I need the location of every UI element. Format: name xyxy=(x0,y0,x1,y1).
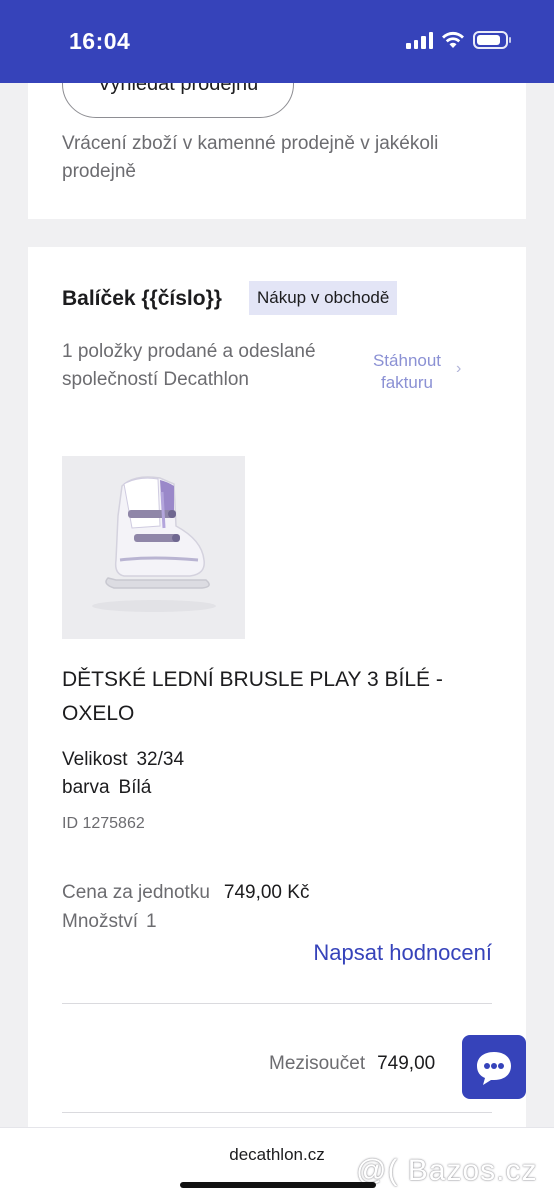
browser-bottom-bar: decathlon.cz @( Bazos.cz xyxy=(0,1127,554,1200)
package-title: Balíček {{číslo}} xyxy=(62,287,222,310)
product-image[interactable] xyxy=(62,456,245,639)
status-time: 16:04 xyxy=(69,28,131,54)
status-icons xyxy=(406,31,511,49)
product-name[interactable]: DĚTSKÉ LEDNÍ BRUSLE PLAY 3 BÍLÉ - OXELO xyxy=(62,663,502,731)
write-review-link[interactable]: Napsat hodnocení xyxy=(313,940,492,966)
unit-price-value: 749,00 Kč xyxy=(223,882,310,903)
subtotal-row: Mezisoučet 749,00 xyxy=(269,1053,435,1075)
battery-icon xyxy=(473,31,511,49)
ice-skate-image xyxy=(92,476,216,612)
home-indicator[interactable] xyxy=(180,1182,376,1188)
subtotal-label: Mezisoučet xyxy=(269,1053,366,1074)
color-value: Bílá xyxy=(118,777,152,798)
status-bar: 16:04 xyxy=(0,0,554,83)
unit-price-row: Cena za jednotku 749,00 Kč xyxy=(62,882,309,904)
return-info-text: Vrácení zboží v kamenné prodejně v jakék… xyxy=(62,133,439,182)
chat-button[interactable] xyxy=(462,1035,526,1099)
sold-by-text: 1 položky prodané a odeslané společností… xyxy=(62,341,316,390)
subtotal-value: 749,00 xyxy=(377,1053,436,1074)
size-value: 32/34 xyxy=(136,749,185,770)
product-size: Velikost 32/34 xyxy=(62,749,184,771)
cellular-signal-icon xyxy=(406,31,433,49)
unit-price-label: Cena za jednotku xyxy=(62,882,210,903)
in-store-purchase-badge: Nákup v obchodě xyxy=(249,281,398,315)
size-label: Velikost xyxy=(62,749,128,770)
divider xyxy=(62,1112,492,1113)
chevron-right-icon[interactable]: › xyxy=(456,360,461,378)
package-card: Balíček {{číslo}} Nákup v obchodě 1 polo… xyxy=(28,247,526,1147)
quantity-value: 1 xyxy=(146,911,157,932)
product-id: ID 1275862 xyxy=(62,815,145,832)
color-label: barva xyxy=(62,777,110,798)
watermark: @( Bazos.cz xyxy=(356,1154,538,1187)
chat-bubble-icon xyxy=(477,1052,511,1085)
download-invoice-link[interactable]: Stáhnout fakturu xyxy=(362,350,452,394)
quantity-row: Množství 1 xyxy=(62,911,157,933)
product-color: barva Bílá xyxy=(62,777,151,799)
quantity-label: Množství xyxy=(62,911,139,932)
wifi-icon xyxy=(442,31,464,48)
divider xyxy=(62,1003,492,1004)
